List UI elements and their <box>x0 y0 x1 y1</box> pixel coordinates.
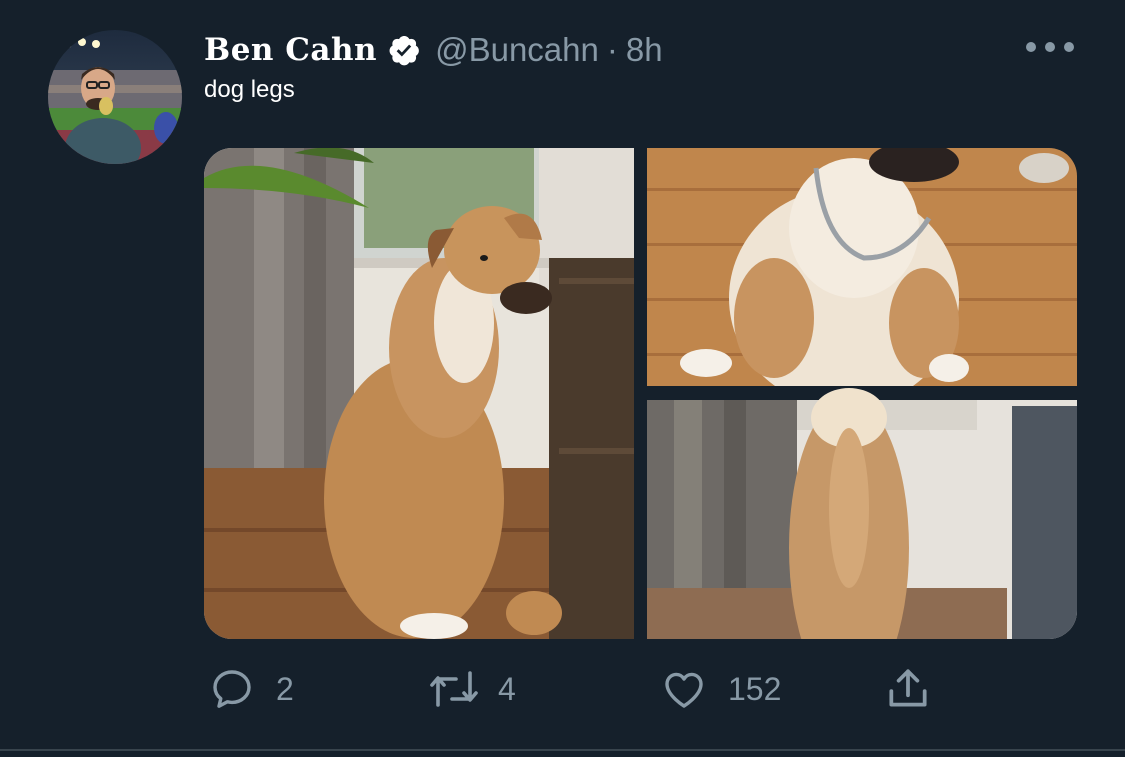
timestamp[interactable]: 8h <box>626 31 663 69</box>
tweet-text: dog legs <box>204 76 295 103</box>
reply-button[interactable]: 2 <box>206 660 294 718</box>
media-grid <box>204 148 1077 639</box>
photo-dog-floor[interactable] <box>647 148 1077 408</box>
like-count: 152 <box>728 670 782 707</box>
more-options-icon[interactable] <box>1026 36 1074 58</box>
handle[interactable]: @Buncahn <box>435 31 599 69</box>
reply-icon <box>206 663 258 715</box>
heart-icon <box>658 663 710 715</box>
reply-count: 2 <box>276 670 294 707</box>
retweet-count: 4 <box>498 670 516 707</box>
share-icon <box>882 663 934 715</box>
photo-dog-window[interactable] <box>204 148 634 639</box>
more-dot <box>1026 42 1036 52</box>
tweet-divider <box>0 749 1125 751</box>
retweet-icon <box>428 663 480 715</box>
separator-dot: · <box>606 31 618 68</box>
display-name[interactable]: Ben Cahn <box>204 32 377 68</box>
retweet-button[interactable]: 4 <box>428 660 516 718</box>
tweet-header: Ben Cahn @Buncahn · 8h <box>204 28 663 72</box>
verified-badge-icon <box>387 33 421 67</box>
photo-dog-back[interactable] <box>647 388 1077 639</box>
avatar[interactable] <box>48 30 182 164</box>
share-button[interactable] <box>882 660 934 718</box>
tweet-actions: 2 4 152 <box>0 660 1125 720</box>
tweet[interactable]: Ben Cahn @Buncahn · 8h dog legs 2 4 152 <box>0 0 1125 757</box>
like-button[interactable]: 152 <box>658 660 781 718</box>
more-dot <box>1045 42 1055 52</box>
more-dot <box>1064 42 1074 52</box>
